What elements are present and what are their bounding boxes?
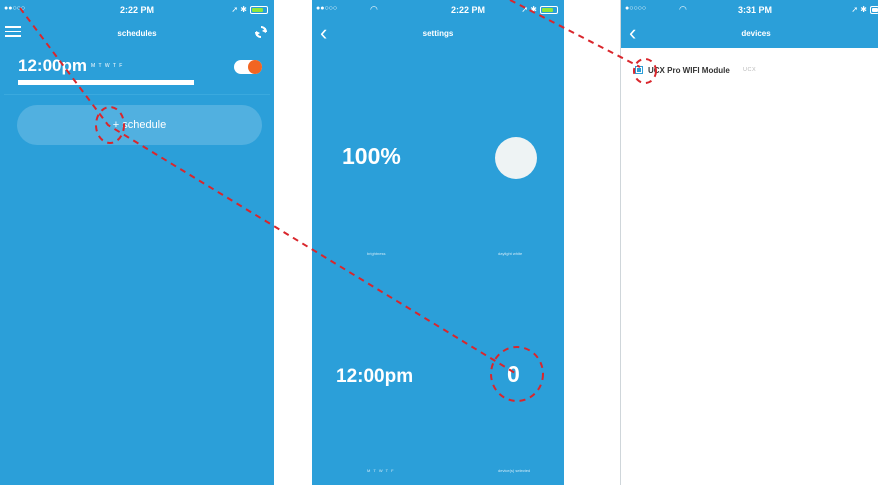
- nav-bar: schedules: [0, 20, 274, 48]
- devices-screen: ●○○○○ ◠ 3:31 PM ➚ ✱ ‹ devices UCX Pro WI…: [620, 0, 878, 485]
- status-time: 3:31 PM: [737, 5, 772, 15]
- schedule-time: 12:00pm: [18, 56, 87, 75]
- schedule-bar: [18, 80, 194, 85]
- device-row[interactable]: UCX Pro WIFI Module UCX: [621, 62, 878, 80]
- location-bluetooth-icons: ➚ ✱: [851, 5, 867, 14]
- time-value[interactable]: 12:00pm: [336, 366, 413, 388]
- status-bar: ●●○○○ 2:22 PM ➚ ✱: [0, 0, 274, 20]
- settings-screen: ●●○○○ ◠ 2:22 PM ➚ ✱ ‹ settings 100% brig…: [312, 0, 564, 485]
- schedules-screen: ●●○○○ 2:22 PM ➚ ✱ schedules 12:00pm M T …: [0, 0, 274, 485]
- status-right: ➚ ✱: [521, 5, 558, 14]
- page-title: schedules: [117, 29, 157, 38]
- schedule-days: M T W T F: [91, 63, 124, 69]
- battery-icon: [540, 5, 558, 14]
- schedule-toggle[interactable]: [234, 60, 262, 74]
- nav-bar: ‹ settings: [312, 20, 564, 48]
- battery-icon: [250, 5, 268, 14]
- page-title: devices: [741, 29, 771, 38]
- refresh-icon[interactable]: [254, 25, 268, 39]
- schedule-row[interactable]: 12:00pm M T W T F: [0, 52, 274, 94]
- daylight-white-dial[interactable]: [495, 137, 537, 179]
- brightness-label: brightness: [367, 251, 386, 256]
- brightness-value[interactable]: 100%: [342, 143, 401, 170]
- status-bar: ●●○○○ ◠ 2:22 PM ➚ ✱: [312, 0, 564, 20]
- days-label: M T W T F: [367, 468, 395, 473]
- divider: [4, 94, 270, 95]
- devices-selected-label: device(s) selected: [498, 468, 531, 473]
- selected-device-count[interactable]: 0: [507, 361, 520, 388]
- location-bluetooth-icons: ➚ ✱: [521, 5, 537, 14]
- device-name: UCX Pro WIFI Module: [648, 66, 730, 75]
- battery-icon: [870, 5, 878, 14]
- location-bluetooth-icons: ➚ ✱: [231, 5, 247, 14]
- device-type: UCX: [743, 67, 757, 73]
- page-title: settings: [422, 29, 454, 38]
- status-bar: ●○○○○ ◠ 3:31 PM ➚ ✱: [621, 0, 878, 20]
- status-right: ➚ ✱: [231, 5, 268, 14]
- signal-dots: ●●○○○: [316, 5, 338, 12]
- add-schedule-button[interactable]: + schedule: [17, 105, 262, 145]
- nav-bar: ‹ devices: [621, 20, 878, 48]
- device-checkbox[interactable]: [635, 66, 643, 74]
- status-right: ➚ ✱: [851, 5, 878, 14]
- daylight-white-label: daylight white: [498, 251, 523, 256]
